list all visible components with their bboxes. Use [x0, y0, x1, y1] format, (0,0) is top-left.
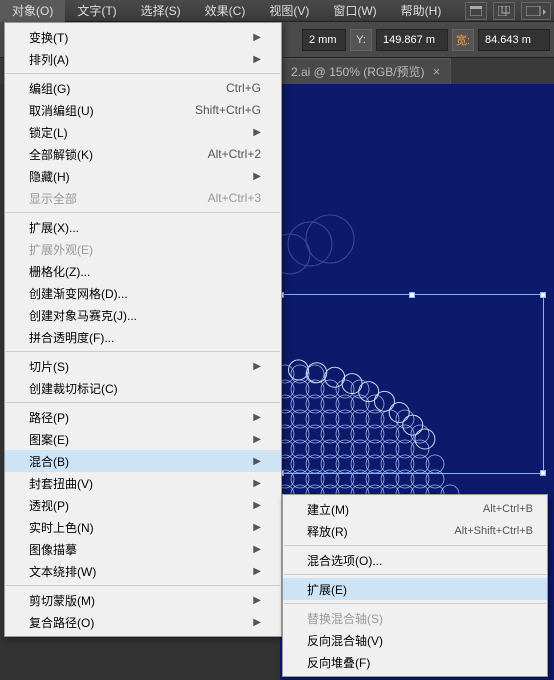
menu-item[interactable]: 隐藏(H)▶ [5, 165, 281, 187]
menu-item[interactable]: 创建渐变网格(D)... [5, 282, 281, 304]
tab-title: 2.ai @ 150% (RGB/预览) [291, 63, 425, 80]
menu-view[interactable]: 视图(V) [257, 0, 321, 22]
menu-item[interactable]: 图案(E)▶ [5, 428, 281, 450]
menu-item[interactable]: 文本绕排(W)▶ [5, 560, 281, 582]
object-menu-dropdown: 变换(T)▶排列(A)▶ 编组(G)Ctrl+G取消编组(U)Shift+Ctrl… [4, 22, 282, 637]
menu-item[interactable]: 编组(G)Ctrl+G [5, 77, 281, 99]
menu-window[interactable]: 窗口(W) [321, 0, 388, 22]
menu-item[interactable]: 锁定(L)▶ [5, 121, 281, 143]
menu-item[interactable]: 扩展(X)... [5, 216, 281, 238]
blend-submenu: 建立(M)Alt+Ctrl+B释放(R)Alt+Shift+Ctrl+B 混合选项… [282, 494, 548, 677]
w-field[interactable]: 84.643 m [478, 29, 550, 51]
menu-item: 显示全部Alt+Ctrl+3 [5, 187, 281, 209]
menu-item[interactable]: 变换(T)▶ [5, 26, 281, 48]
document-tab[interactable]: 2.ai @ 150% (RGB/预览) × [280, 58, 451, 84]
menu-item[interactable]: 创建对象马赛克(J)... [5, 304, 281, 326]
x-field[interactable]: 2 mm [302, 29, 346, 51]
submenu-item[interactable]: 混合选项(O)... [283, 549, 547, 571]
menubar: 对象(O) 文字(T) 选择(S) 效果(C) 视图(V) 窗口(W) 帮助(H… [0, 0, 554, 22]
menu-item[interactable]: 创建裁切标记(C) [5, 377, 281, 399]
menu-item[interactable]: 取消编组(U)Shift+Ctrl+G [5, 99, 281, 121]
submenu-item[interactable]: 反向混合轴(V) [283, 629, 547, 651]
y-field[interactable]: 149.867 m [376, 29, 448, 51]
menu-item[interactable]: 实时上色(N)▶ [5, 516, 281, 538]
selection-box [280, 294, 544, 474]
menu-item[interactable]: 排列(A)▶ [5, 48, 281, 70]
handle-br[interactable] [540, 470, 546, 476]
menu-item: 扩展外观(E) [5, 238, 281, 260]
menu-item[interactable]: 拼合透明度(F)... [5, 326, 281, 348]
toolbar-btn-3[interactable] [521, 2, 551, 20]
menu-item[interactable]: 剪切蒙版(M)▶ [5, 589, 281, 611]
menu-item[interactable]: 复合路径(O)▶ [5, 611, 281, 633]
menu-item[interactable]: 封套扭曲(V)▶ [5, 472, 281, 494]
close-icon[interactable]: × [433, 64, 441, 79]
menu-type[interactable]: 文字(T) [65, 0, 128, 22]
submenu-item[interactable]: 释放(R)Alt+Shift+Ctrl+B [283, 520, 547, 542]
menu-effect[interactable]: 效果(C) [193, 0, 258, 22]
w-label: 宽: [452, 29, 474, 51]
submenu-item: 替换混合轴(S) [283, 607, 547, 629]
toolbar-btn-1[interactable] [465, 2, 487, 20]
toolbar-btn-2[interactable] [493, 2, 515, 20]
menu-help[interactable]: 帮助(H) [389, 0, 454, 22]
menu-item[interactable]: 图像描摹▶ [5, 538, 281, 560]
menu-object[interactable]: 对象(O) [0, 0, 65, 22]
menu-item[interactable]: 全部解锁(K)Alt+Ctrl+2 [5, 143, 281, 165]
submenu-item[interactable]: 反向堆叠(F) [283, 651, 547, 673]
y-label: Y: [350, 29, 372, 51]
menu-select[interactable]: 选择(S) [129, 0, 193, 22]
submenu-item[interactable]: 建立(M)Alt+Ctrl+B [283, 498, 547, 520]
decorative-circles [280, 214, 380, 294]
menu-item[interactable]: 切片(S)▶ [5, 355, 281, 377]
menu-item[interactable]: 路径(P)▶ [5, 406, 281, 428]
menu-item[interactable]: 透视(P)▶ [5, 494, 281, 516]
handle-tr[interactable] [540, 292, 546, 298]
menu-item[interactable]: 栅格化(Z)... [5, 260, 281, 282]
menu-item[interactable]: 混合(B)▶ [5, 450, 281, 472]
submenu-item[interactable]: 扩展(E) [283, 578, 547, 600]
handle-tc[interactable] [409, 292, 415, 298]
